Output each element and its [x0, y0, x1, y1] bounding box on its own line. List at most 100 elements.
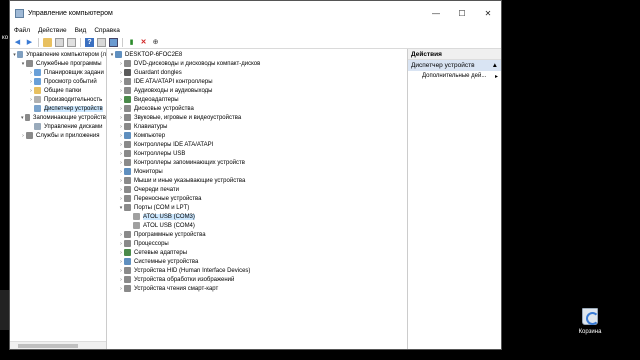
tree-item-label: Мыши и иные указывающие устройства [134, 177, 246, 184]
tree-item-label: Устройства чтения смарт-карт [134, 285, 219, 292]
collapse-icon[interactable]: ▲ [492, 62, 498, 69]
device-tree-item[interactable]: ATOL USB (COM4) [107, 221, 407, 230]
minimize-button[interactable]: — [423, 1, 449, 25]
device-tree-item[interactable]: › Устройства HID (Human Interface Devices… [107, 266, 407, 275]
console-tree-item[interactable]: Диспетчер устройств [10, 104, 106, 113]
device-category-icon [124, 150, 131, 157]
device-tree-item[interactable]: › Контроллеры IDE ATA/ATAPI [107, 140, 407, 149]
device-category-icon [124, 78, 131, 85]
device-category-icon [124, 249, 131, 256]
monitor-icon[interactable] [109, 37, 118, 47]
device-category-icon [133, 213, 140, 220]
device-tree-item[interactable]: › Мыши и иные указывающие устройства [107, 176, 407, 185]
recycle-bin-icon [582, 308, 599, 325]
device-tree-item[interactable]: › Сетевые адаптеры [107, 248, 407, 257]
device-tree-item[interactable]: › Дисковые устройства [107, 104, 407, 113]
device-category-icon [26, 132, 33, 139]
scroll-thumb[interactable] [18, 344, 78, 348]
recycle-bin[interactable]: Корзина [573, 308, 607, 335]
toolbar: ◀ ▶ ? ▮ ✕ ⊕ [10, 36, 501, 49]
view-icon[interactable] [97, 37, 106, 47]
maximize-button[interactable]: ☐ [449, 1, 475, 25]
device-tree-item[interactable]: › Системные устройства [107, 257, 407, 266]
device-tree-item[interactable]: › Устройства чтения смарт-карт [107, 284, 407, 293]
recycle-bin-label: Корзина [578, 329, 602, 335]
device-category-icon [26, 60, 33, 67]
menu-action[interactable]: Действие [38, 27, 67, 34]
device-category-icon [124, 231, 131, 238]
help-icon[interactable]: ? [85, 37, 94, 47]
more-actions-item[interactable]: Дополнительные дей... ▸ [408, 71, 501, 82]
properties-icon[interactable] [55, 37, 64, 47]
console-tree-item[interactable]: ▾ Служебные программы [10, 59, 106, 68]
console-tree-item[interactable]: ▾ Управление компьютером (л [10, 50, 106, 59]
device-category-icon [34, 78, 41, 85]
console-tree-item[interactable]: › Общие папки [10, 86, 106, 95]
device-tree-item[interactable]: › Устройства обработки изображений [107, 275, 407, 284]
console-tree-item[interactable]: › Службы и приложения [10, 131, 106, 140]
panes: ▾ Управление компьютером (л ▾ Служебные про… [10, 49, 501, 349]
device-tree-item[interactable]: › Процессоры [107, 239, 407, 248]
collapse-arrow-icon[interactable]: ▾ [20, 115, 25, 121]
device-category-icon [124, 186, 131, 193]
console-tree-item[interactable]: ▾ Запоминающие устройств [10, 113, 106, 122]
device-tree-item[interactable]: › Звуковые, игровые и видеоустройства [107, 113, 407, 122]
menu-file[interactable]: Файл [14, 27, 30, 34]
tree-item-label: Контроллеры запоминающих устройств [134, 159, 245, 166]
actions-section-device-manager[interactable]: Диспетчер устройств ▲ [408, 60, 501, 71]
console-tree-item[interactable]: › Планировщик задани [10, 68, 106, 77]
device-tree-item[interactable]: › DVD-дисководы и дисководы компакт-диско… [107, 59, 407, 68]
device-tree-item[interactable]: › Контроллеры USB [107, 149, 407, 158]
device-tree-item[interactable]: › Компьютер [107, 131, 407, 140]
device-tree-item[interactable]: › Мониторы [107, 167, 407, 176]
tree-item-label: Управление компьютером (л [26, 51, 106, 58]
device-tree-item[interactable]: ATOL USB (COM3) [107, 212, 407, 221]
device-tree-item[interactable]: › Переносные устройства [107, 194, 407, 203]
console-tree: ▾ Управление компьютером (л ▾ Служебные про… [10, 49, 107, 349]
device-category-icon [124, 141, 131, 148]
device-category-icon [124, 285, 131, 292]
tree-item-label: IDE ATA/ATAPI контроллеры [134, 78, 213, 85]
back-icon[interactable]: ◀ [13, 38, 22, 47]
device-category-icon [115, 51, 122, 58]
device-tree-item[interactable]: › Видеоадаптеры [107, 95, 407, 104]
menu-view[interactable]: Вид [75, 27, 87, 34]
console-tree-item[interactable]: Управление дисками [10, 122, 106, 131]
device-tree-item[interactable]: › Аудиовходы и аудиовыходы [107, 86, 407, 95]
device-category-icon [124, 114, 131, 121]
tree-item-label: Служебные программы [36, 60, 102, 67]
menu-help[interactable]: Справка [94, 27, 120, 34]
device-tree-item[interactable]: › Клавиатуры [107, 122, 407, 131]
device-tree-item[interactable]: ▾ DESKTOP-6FOC2E8 [107, 50, 407, 59]
desktop-partial-label: ко [2, 35, 9, 41]
device-category-icon [124, 132, 131, 139]
device-tree-item[interactable]: › Контроллеры запоминающих устройств [107, 158, 407, 167]
device-category-icon [124, 96, 131, 103]
device-tree-item[interactable]: › Очереди печати [107, 185, 407, 194]
horizontal-scrollbar[interactable] [10, 341, 106, 349]
console-tree-item[interactable]: › Просмотр событий [10, 77, 106, 86]
device-tree-item[interactable]: › IDE ATA/ATAPI контроллеры [107, 77, 407, 86]
tree-item-label: Компьютер [134, 132, 166, 139]
device-category-icon [124, 60, 131, 67]
tree-item-label: Производительность [44, 96, 103, 103]
remove-icon[interactable]: ✕ [139, 38, 148, 47]
device-tree-item[interactable]: › Guardant dongles [107, 68, 407, 77]
device-category-icon [124, 87, 131, 94]
tree-item-label: Контроллеры IDE ATA/ATAPI [134, 141, 214, 148]
forward-icon[interactable]: ▶ [25, 38, 34, 47]
actions-section-label: Диспетчер устройств [411, 62, 475, 69]
device-tree-item[interactable]: ▾ Порты (COM и LPT) [107, 203, 407, 212]
device-tree-item[interactable]: › Программные устройства [107, 230, 407, 239]
tree-item-label: Guardant dongles [134, 69, 182, 76]
tree-item-label: Службы и приложения [36, 132, 100, 139]
tree-item-label: Мониторы [134, 168, 163, 175]
tree-item-label: Просмотр событий [44, 78, 97, 85]
up-folder-icon[interactable] [43, 37, 52, 47]
refresh-icon[interactable] [67, 37, 76, 47]
update-driver-icon[interactable]: ▮ [127, 38, 136, 47]
close-button[interactable]: ✕ [475, 1, 501, 25]
download-icon[interactable]: ⊕ [151, 38, 160, 47]
console-tree-item[interactable]: › Производительность [10, 95, 106, 104]
tree-item-label: Контроллеры USB [134, 150, 186, 157]
